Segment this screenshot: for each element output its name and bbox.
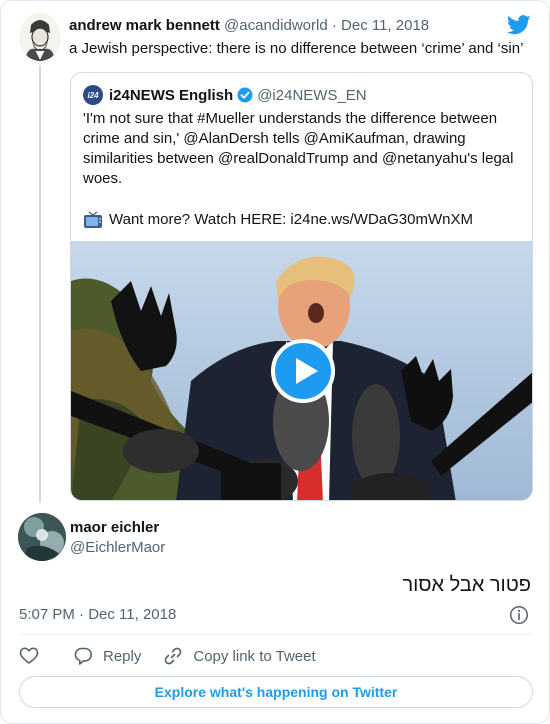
quote-text-line: woes. bbox=[83, 170, 123, 187]
quote-link-text[interactable]: Want more? Watch HERE: i24ne.ws/WDaG30mW… bbox=[109, 210, 473, 230]
tweet-timestamp[interactable]: 5:07 PM · Dec 11, 2018 bbox=[19, 606, 176, 623]
quote-logo-text: i24 bbox=[87, 90, 99, 100]
quote-author-handle[interactable]: @i24NEWS_EN bbox=[257, 87, 366, 104]
quoted-tweet[interactable]: i24 i24NEWS English @i24NEWS_EN 'I'm not… bbox=[70, 72, 533, 501]
info-icon[interactable] bbox=[509, 605, 529, 625]
heart-icon bbox=[19, 647, 39, 664]
reply-button[interactable]: Reply bbox=[73, 646, 141, 666]
quote-link-line: Want more? Watch HERE: i24ne.ws/WDaG30mW… bbox=[83, 210, 473, 230]
divider bbox=[19, 634, 533, 635]
television-icon bbox=[84, 211, 102, 228]
reply-bubble-icon bbox=[74, 647, 92, 665]
parent-header: andrew mark bennett @acandidworld · Dec … bbox=[69, 17, 429, 34]
quote-header: i24 i24NEWS English @i24NEWS_EN bbox=[83, 85, 367, 105]
quote-author-name[interactable]: i24NEWS English bbox=[109, 87, 233, 104]
reply-avatar[interactable] bbox=[18, 513, 66, 561]
i24news-logo[interactable]: i24 bbox=[83, 85, 103, 105]
reply-author-handle[interactable]: @EichlerMaor bbox=[70, 539, 165, 556]
tweet-embed-card: andrew mark bennett @acandidworld · Dec … bbox=[0, 0, 550, 724]
reply-author-name[interactable]: maor eichler bbox=[70, 519, 159, 536]
quote-text-line: 'I'm not sure that #Mueller understands … bbox=[83, 110, 498, 127]
parent-tweet-text: a Jewish perspective: there is no differ… bbox=[69, 40, 524, 57]
copy-link-label: Copy link to Tweet bbox=[193, 647, 316, 665]
action-bar: Reply Copy link to Tweet bbox=[19, 646, 316, 666]
copy-link-button[interactable]: Copy link to Tweet bbox=[163, 646, 316, 666]
parent-separator: · bbox=[331, 17, 337, 34]
quote-tweet-text: 'I'm not sure that #Mueller understands … bbox=[83, 109, 523, 189]
quote-text-line: similarities between @realDonaldTrump an… bbox=[83, 150, 514, 167]
twitter-bird-icon[interactable] bbox=[507, 15, 531, 35]
parent-avatar[interactable] bbox=[19, 13, 61, 61]
reply-label: Reply bbox=[103, 647, 142, 665]
verified-badge-icon bbox=[237, 87, 253, 103]
parent-author-handle[interactable]: @acandidworld bbox=[224, 17, 328, 34]
like-button[interactable] bbox=[19, 646, 39, 666]
quote-text-line: crime and sin,' @AlanDersh tells @AmiKau… bbox=[83, 130, 466, 147]
link-icon bbox=[165, 647, 182, 665]
thread-line bbox=[39, 65, 41, 503]
reply-tweet-text: פטור אבל אסור bbox=[402, 574, 531, 596]
play-button-icon[interactable] bbox=[271, 339, 335, 403]
explore-label: Explore what's happening on Twitter bbox=[154, 684, 398, 700]
parent-author-name[interactable]: andrew mark bennett bbox=[69, 17, 220, 34]
explore-twitter-button[interactable]: Explore what's happening on Twitter bbox=[19, 676, 533, 708]
video-thumbnail[interactable] bbox=[71, 241, 532, 500]
parent-date[interactable]: Dec 11, 2018 bbox=[341, 17, 429, 34]
